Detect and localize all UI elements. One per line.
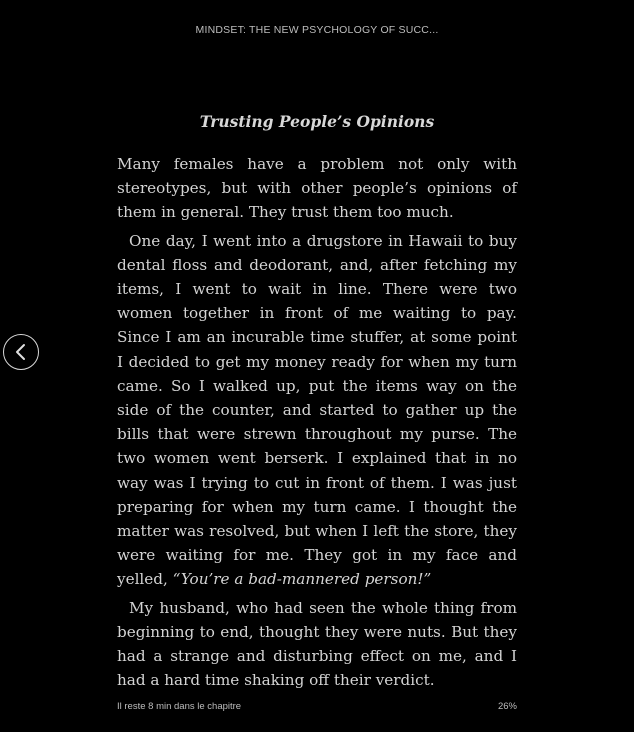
section-heading: Trusting People’s Opinions — [199, 112, 435, 131]
quoted-speech: “You’re a bad-mannered person!” — [172, 570, 432, 589]
paragraph-3: My husband, who had seen the whole thing… — [117, 596, 517, 693]
previous-page-button[interactable] — [3, 334, 39, 370]
paragraph-1: Many females have a problem not only wit… — [117, 152, 517, 225]
reading-progress: 26% — [497, 701, 517, 712]
chevron-left-icon — [16, 344, 25, 360]
time-left-in-chapter: Il reste 8 min dans le chapitre — [117, 701, 242, 712]
paragraph-text: My husband, who had seen the whole thing… — [117, 598, 517, 690]
reading-content: Trusting People’s Opinions Many females … — [117, 108, 517, 696]
book-title: MINDSET: THE NEW PSYCHOLOGY OF SUCC... — [195, 24, 439, 36]
paragraph-text: One day, I went into a drugstore in Hawa… — [117, 231, 517, 589]
paragraph-2: One day, I went into a drugstore in Hawa… — [117, 229, 517, 592]
paragraph-text: Many females have a problem not only wit… — [117, 155, 517, 222]
